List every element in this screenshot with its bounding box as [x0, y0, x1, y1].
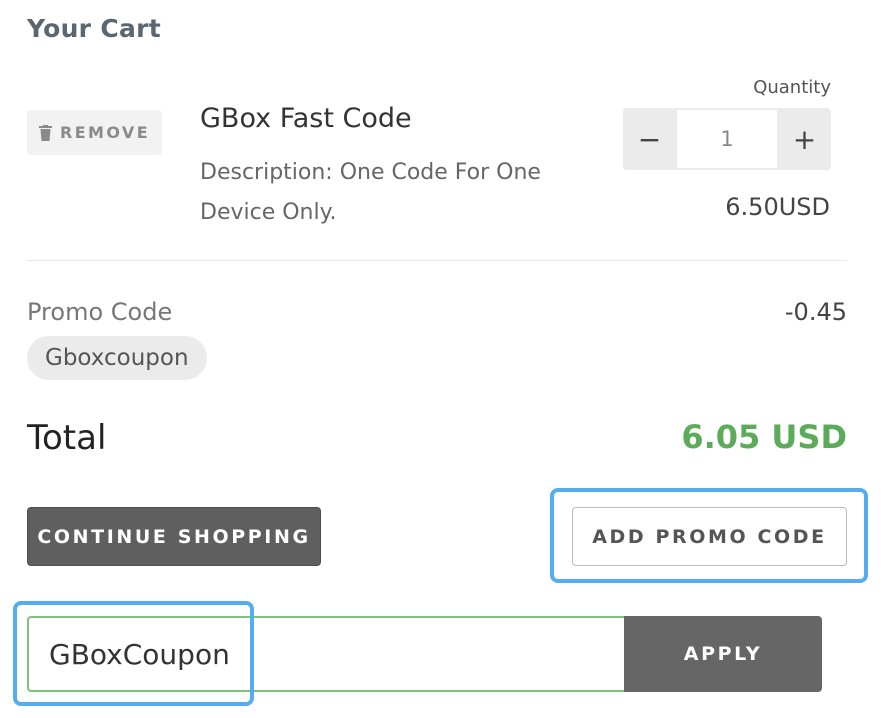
divider	[27, 260, 847, 261]
item-price-value: 6.50	[725, 193, 779, 221]
item-price-currency: USD	[778, 193, 830, 221]
coupon-code-input[interactable]	[27, 616, 625, 692]
quantity-stepper: − +	[623, 108, 831, 170]
apply-coupon-button[interactable]: APPLY	[624, 616, 822, 692]
continue-shopping-button[interactable]: CONTINUE SHOPPING	[27, 507, 321, 566]
applied-promo-code: Gboxcoupon	[45, 345, 189, 371]
promo-discount: -0.45	[784, 298, 847, 326]
cart-title: Your Cart	[27, 14, 162, 43]
total-amount: 6.05 USD	[681, 418, 847, 456]
product-description: Description: One Code For One Device Onl…	[200, 160, 541, 225]
quantity-increase-button[interactable]: +	[778, 108, 831, 170]
total-label: Total	[27, 418, 107, 458]
item-price: 6.50USD	[640, 193, 830, 221]
add-promo-code-button[interactable]: ADD PROMO CODE	[572, 507, 847, 566]
trash-icon	[38, 124, 52, 141]
remove-item-button[interactable]: REMOVE	[27, 110, 162, 155]
quantity-label: Quantity	[753, 77, 831, 98]
quantity-decrease-button[interactable]: −	[623, 108, 676, 170]
promo-code-label: Promo Code	[27, 298, 173, 326]
applied-promo-chip: Gboxcoupon	[27, 336, 207, 380]
remove-label: REMOVE	[59, 123, 151, 142]
product-name: GBox Fast Code	[200, 103, 412, 134]
quantity-input[interactable]	[677, 110, 777, 168]
